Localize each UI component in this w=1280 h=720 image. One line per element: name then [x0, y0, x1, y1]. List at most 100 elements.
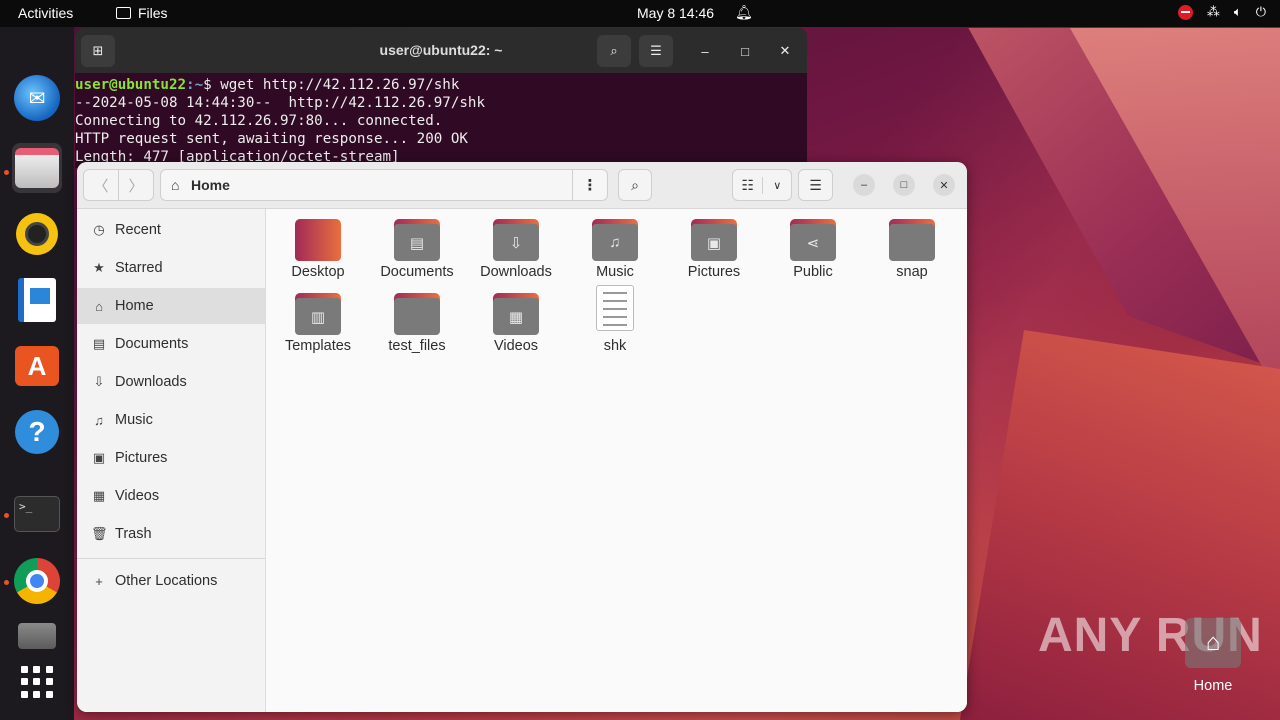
file-item-test-files[interactable]: test_files: [369, 283, 465, 354]
command-text: $ wget http://42.112.26.97/shk: [203, 77, 460, 93]
forward-button[interactable]: 〉: [119, 170, 153, 200]
terminal-icon: >_: [14, 496, 60, 532]
file-item-label: Videos: [493, 338, 539, 354]
drive-icon: [18, 623, 56, 649]
path-bar[interactable]: ⌂ Home ⋮: [160, 169, 608, 201]
sidebar-item-label: Other Locations: [115, 573, 218, 589]
dock-thunderbird[interactable]: ✉︎: [12, 73, 62, 123]
file-item-label: shk: [603, 338, 627, 354]
path-menu-button[interactable]: ⋮: [572, 170, 607, 200]
files-window[interactable]: 〈 〉 ⌂ Home ⋮ ⌕ ☷ ∨ ☰ – □ ✕ ◷ Recent ★ St…: [77, 162, 967, 712]
sidebar-item-music[interactable]: ♫ Music: [77, 402, 265, 438]
dock-app-center[interactable]: A: [12, 341, 62, 391]
sidebar-item-trash[interactable]: 🗑︎ Trash: [77, 516, 265, 552]
terminal-window[interactable]: ⊞ user@ubuntu22: ~ ⌕ ☰ – □ ✕ user@ubuntu…: [75, 28, 807, 168]
dock-rhythmbox[interactable]: [12, 209, 62, 259]
file-item-music[interactable]: ♫ Music: [567, 209, 663, 280]
folder-icon: [116, 7, 131, 19]
sidebar-item-home[interactable]: ⌂ Home: [77, 288, 265, 324]
sidebar-item-downloads[interactable]: ⇩ Downloads: [77, 364, 265, 400]
sidebar-item-starred[interactable]: ★ Starred: [77, 250, 265, 286]
show-apps-button[interactable]: [12, 657, 62, 707]
desktop-home-label: Home: [1193, 678, 1233, 694]
file-item-desktop[interactable]: Desktop: [270, 209, 366, 280]
file-item-label: test_files: [388, 338, 446, 354]
sidebar-item-label: Documents: [115, 336, 189, 352]
dock-libreoffice-writer[interactable]: [12, 275, 62, 325]
file-item-downloads[interactable]: ⇩ Downloads: [468, 209, 564, 280]
prompt-path: :~: [186, 77, 204, 93]
close-button[interactable]: ✕: [933, 174, 955, 196]
file-item-label: Pictures: [687, 264, 741, 280]
activities-button[interactable]: Activities: [18, 5, 73, 21]
system-tray[interactable]: ⁂ 🔈︎ ⏻: [1177, 4, 1266, 20]
dock-chrome[interactable]: [12, 556, 62, 606]
list-view-icon[interactable]: ☷: [733, 176, 764, 194]
rhythmbox-icon: [16, 213, 58, 255]
download-icon: ⇩: [93, 374, 105, 389]
sidebar-item-other-locations[interactable]: + Other Locations: [77, 563, 265, 599]
search-button[interactable]: ⌕: [618, 169, 652, 201]
clock[interactable]: May 8 14:46: [637, 5, 714, 21]
minimize-button[interactable]: –: [853, 174, 875, 196]
maximize-button[interactable]: □: [734, 41, 756, 61]
sidebar-item-documents[interactable]: ▤ Documents: [77, 326, 265, 362]
bell-icon: 🔔︎: [735, 4, 753, 20]
file-view[interactable]: Desktop ▤ Documents ⇩ Downloads ♫ Music …: [266, 209, 967, 712]
terminal-output[interactable]: user@ubuntu22:~$ wget http://42.112.26.9…: [75, 73, 807, 166]
chevron-down-icon[interactable]: ∨: [763, 179, 791, 192]
sidebar-item-videos[interactable]: ▦ Videos: [77, 478, 265, 514]
file-item-snap[interactable]: snap: [864, 209, 960, 280]
home-icon: ⌂: [171, 177, 180, 193]
file-item-pictures[interactable]: ▣ Pictures: [666, 209, 762, 280]
places-sidebar: ◷ Recent ★ Starred ⌂ Home ▤ Documents ⇩ …: [77, 209, 266, 712]
dock: ✉︎ A ? >_: [0, 27, 74, 720]
text-file-icon: [596, 285, 634, 331]
app-menu-files[interactable]: Files: [116, 5, 168, 21]
maximize-button[interactable]: □: [893, 174, 915, 196]
music-icon: ♫: [94, 412, 104, 428]
sidebar-item-pictures[interactable]: ▣ Pictures: [77, 440, 265, 476]
picture-icon: ▣: [92, 450, 106, 465]
dock-terminal[interactable]: >_: [12, 489, 62, 539]
dock-files[interactable]: [12, 143, 62, 193]
sidebar-item-recent[interactable]: ◷ Recent: [77, 212, 265, 248]
folder-pictures-icon: ▣: [691, 219, 737, 261]
folder-public-icon: ⋖: [790, 219, 836, 261]
writer-icon: [18, 278, 56, 322]
back-button[interactable]: 〈: [84, 170, 119, 200]
desktop-home-icon[interactable]: ⌂: [1185, 618, 1241, 668]
dock-drive[interactable]: [12, 611, 62, 661]
folder-downloads-icon: ⇩: [493, 219, 539, 261]
clock-icon: ◷: [93, 222, 105, 237]
sidebar-item-label: Videos: [115, 488, 160, 504]
chrome-icon: [14, 558, 60, 604]
apps-grid-icon: [21, 666, 53, 698]
path-home-label: Home: [191, 177, 230, 193]
menu-button[interactable]: ☰: [639, 35, 673, 67]
running-indicator: [4, 170, 9, 175]
folder-templates-icon: ▥: [295, 293, 341, 335]
output-line: --2024-05-08 14:44:30-- http://42.112.26…: [75, 95, 485, 111]
folder-icon: [889, 219, 935, 261]
stop-icon[interactable]: [1177, 4, 1193, 20]
file-item-label: Desktop: [291, 264, 345, 280]
file-item-videos[interactable]: ▦ Videos: [468, 283, 564, 354]
file-item-label: Public: [793, 264, 833, 280]
minimize-button[interactable]: –: [694, 41, 716, 61]
terminal-headerbar[interactable]: ⊞ user@ubuntu22: ~ ⌕ ☰ – □ ✕: [75, 28, 807, 73]
close-button[interactable]: ✕: [774, 41, 796, 61]
view-toggle[interactable]: ☷ ∨: [732, 169, 792, 201]
file-item-label: snap: [896, 264, 928, 280]
network-icon: ⁂: [1206, 4, 1220, 19]
file-item-shk[interactable]: shk: [567, 283, 663, 354]
main-menu-button[interactable]: ☰: [798, 169, 833, 201]
folder-icon: [394, 293, 440, 335]
app-center-icon: A: [15, 346, 59, 386]
search-button[interactable]: ⌕: [597, 35, 631, 67]
dock-help[interactable]: ?: [12, 407, 62, 457]
file-item-public[interactable]: ⋖ Public: [765, 209, 861, 280]
file-item-templates[interactable]: ▥ Templates: [270, 283, 366, 354]
files-headerbar[interactable]: 〈 〉 ⌂ Home ⋮ ⌕ ☷ ∨ ☰ – □ ✕: [77, 162, 967, 209]
file-item-documents[interactable]: ▤ Documents: [369, 209, 465, 280]
